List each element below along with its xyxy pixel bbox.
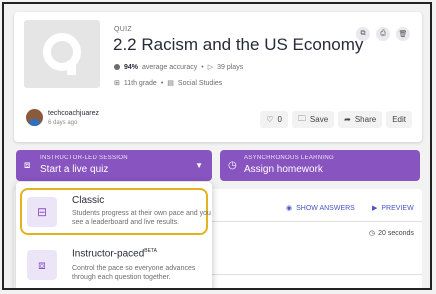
quiz-type-label: QUIZ — [114, 26, 132, 33]
share-icon: ➦ — [344, 115, 351, 124]
start-live-quiz-button[interactable]: ⧈ INSTRUCTOR-LED SESSION Start a live qu… — [16, 150, 212, 181]
like-button[interactable]: ♡ 0 — [260, 111, 288, 128]
play-icon: ▷ — [207, 64, 214, 71]
share-label: Share — [354, 115, 377, 124]
chevron-down-icon: ▼ — [195, 161, 203, 170]
share-button[interactable]: ➦ Share — [338, 111, 383, 128]
classic-mode-icon: ⊟ — [27, 197, 57, 227]
timer-label: 20 seconds — [378, 229, 414, 237]
avatar[interactable] — [26, 109, 43, 126]
folder-icon: 🗀 — [297, 113, 306, 123]
save-button[interactable]: 🗀 Save — [291, 111, 335, 128]
author-name[interactable]: techcoachjuarez — [48, 110, 99, 117]
assign-homework-button[interactable]: ◷ ASYNCHRONOUS LEARNING Assign homework — [220, 150, 420, 181]
quiz-header-card: QUIZ 2.2 Racism and the US Economy 94% a… — [14, 12, 422, 142]
homework-main-label: Assign homework — [244, 164, 323, 175]
page-title: 2.2 Racism and the US Economy — [113, 35, 364, 54]
question-timer: ◷ 20 seconds — [369, 229, 414, 238]
preview-label: PREVIEW — [381, 204, 414, 212]
save-label: Save — [309, 115, 329, 124]
copy-icon[interactable]: ⧉ — [356, 27, 370, 41]
play-icon: ▶ — [372, 205, 378, 212]
header-icon-group: ⧉ ⎙ 🗑 — [356, 27, 410, 41]
quiz-stats: 94% average accuracy • ▷ 39 plays — [114, 63, 243, 71]
presentation-icon: ⧈ — [24, 160, 31, 171]
beta-badge: BETA — [144, 248, 157, 254]
grade-label: 11th grade — [123, 79, 157, 87]
classic-desc: Students progress at their own pace and … — [72, 210, 211, 226]
instructor-paced-icon: ⧈ — [27, 250, 57, 280]
edit-button[interactable]: Edit — [386, 111, 412, 128]
homework-small-label: ASYNCHRONOUS LEARNING — [244, 155, 334, 161]
delete-icon[interactable]: 🗑 — [396, 27, 410, 41]
live-main-label: Start a live quiz — [40, 164, 109, 175]
live-mode-dropdown: ⊟ Classic Students progress at their own… — [16, 182, 212, 288]
classic-title: Classic — [72, 195, 105, 206]
mode-option-instructor-paced[interactable]: ⧈ Instructor-pacedBETA Control the pace … — [20, 242, 208, 287]
like-count: 0 — [277, 115, 282, 124]
subject-icon: ▤ — [167, 80, 174, 87]
instructor-paced-title: Instructor-pacedBETA — [72, 248, 157, 260]
action-buttons: ♡ 0 🗀 Save ➦ Share Edit — [260, 111, 412, 128]
preview-button[interactable]: ▶ PREVIEW — [372, 204, 414, 213]
grade-icon: ⊞ — [114, 80, 120, 87]
clock-icon: ◷ — [228, 160, 237, 171]
plays-count: 39 plays — [217, 63, 244, 71]
mode-option-classic[interactable]: ⊟ Classic Students progress at their own… — [20, 188, 211, 235]
divider — [212, 274, 422, 275]
eye-icon: ◉ — [286, 205, 293, 212]
quiz-thumbnail — [24, 20, 100, 88]
clock-icon: ◷ — [369, 230, 376, 237]
live-small-label: INSTRUCTOR-LED SESSION — [40, 155, 128, 161]
divider — [212, 221, 422, 222]
accuracy-value: 94% — [124, 63, 139, 71]
edit-label: Edit — [392, 115, 406, 124]
print-icon[interactable]: ⎙ — [376, 27, 390, 41]
accuracy-label: average accuracy — [142, 63, 198, 71]
author-time: 6 days ago — [48, 120, 78, 126]
subject-label: Social Studies — [177, 79, 223, 87]
quizizz-logo-icon — [43, 33, 81, 75]
show-answers-label: SHOW ANSWERS — [296, 204, 355, 212]
accuracy-icon — [114, 64, 120, 70]
quiz-meta: ⊞ 11th grade • ▤ Social Studies — [114, 79, 223, 88]
app-frame: QUIZ 2.2 Racism and the US Economy 94% a… — [2, 2, 432, 290]
heart-icon: ♡ — [266, 115, 274, 124]
instructor-paced-desc: Control the pace so everyone advances th… — [72, 265, 196, 281]
show-answers-button[interactable]: ◉ SHOW ANSWERS — [286, 204, 355, 213]
